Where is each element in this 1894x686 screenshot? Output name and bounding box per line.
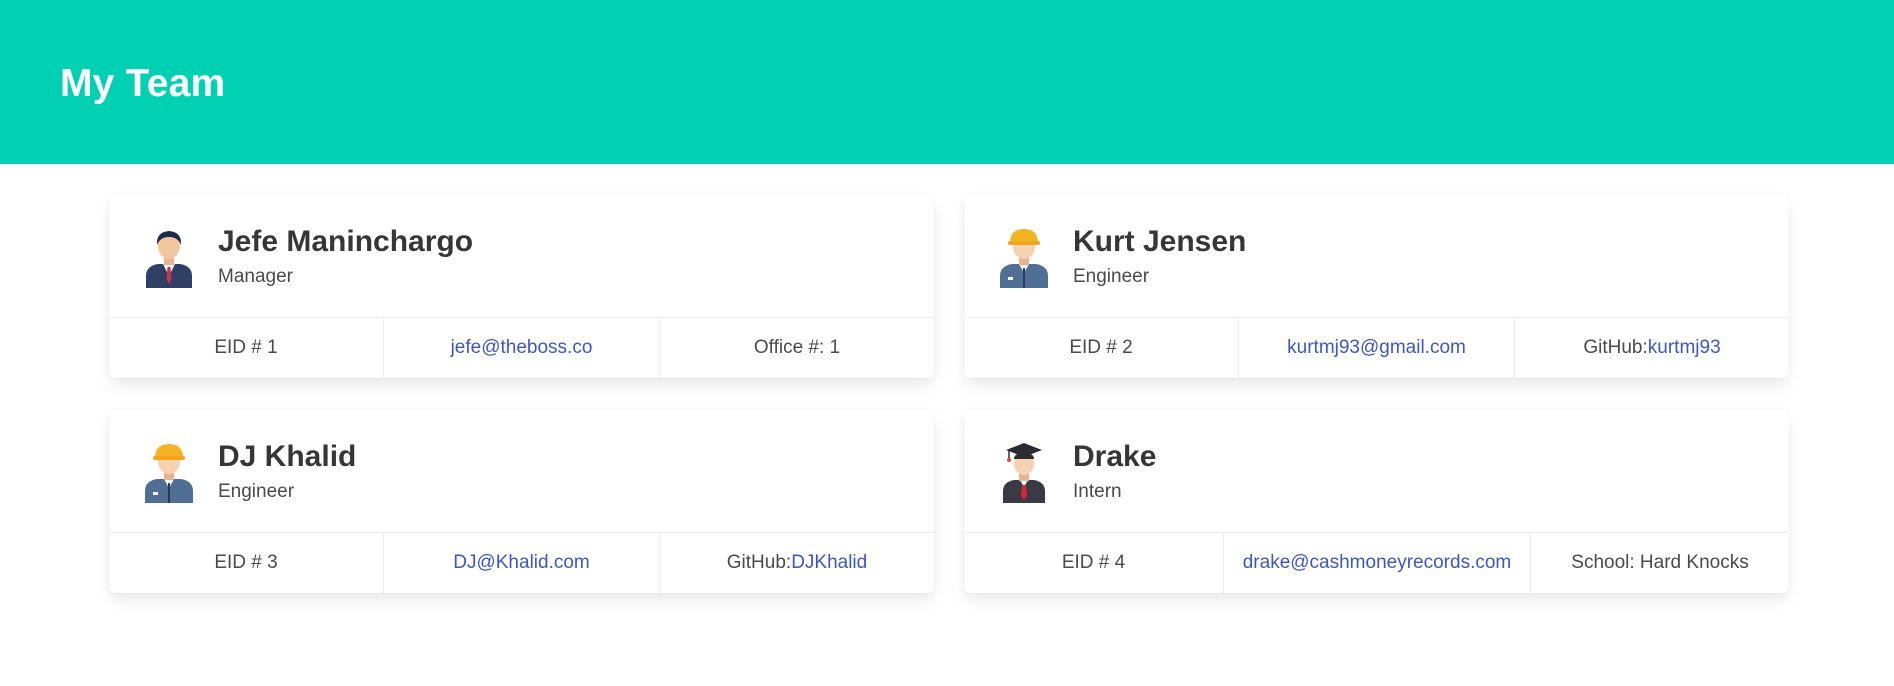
manager-avatar-icon [146, 230, 192, 288]
card-footer: EID # 2 kurtmj93@gmail.com GitHub: kurtmj… [964, 317, 1789, 378]
github-cell: GitHub: kurtmj93 [1515, 318, 1789, 378]
school-cell: School: Hard Knocks [1531, 533, 1789, 593]
email-link[interactable]: DJ@Khalid.com [453, 552, 590, 574]
office-number: Office #: 1 [660, 318, 934, 378]
email-link[interactable]: drake@cashmoneyrecords.com [1243, 552, 1512, 574]
email-cell: drake@cashmoneyrecords.com [1224, 533, 1531, 593]
email-link[interactable]: kurtmj93@gmail.com [1287, 337, 1466, 359]
engineer-avatar-icon [145, 443, 193, 503]
employee-id: EID # 1 [109, 318, 384, 378]
email-link[interactable]: jefe@theboss.co [451, 337, 593, 359]
card-header: Drake Intern [964, 409, 1789, 532]
engineer-avatar-icon [1000, 228, 1048, 288]
card-footer: EID # 4 drake@cashmoneyrecords.com Schoo… [964, 532, 1789, 593]
page-title: My Team [60, 62, 226, 105]
member-role: Engineer [218, 480, 295, 502]
team-member-card: Drake Intern EID # 4 drake@cashmoneyreco… [964, 409, 1789, 593]
employee-id: EID # 3 [109, 533, 384, 593]
team-member-card: DJ Khalid Engineer EID # 3 DJ@Khalid.com… [109, 409, 934, 593]
github-cell: GitHub: DJKhalid [660, 533, 934, 593]
page-header: My Team [0, 0, 1894, 164]
card-header: DJ Khalid Engineer [109, 409, 934, 532]
member-identity: DJ Khalid Engineer [218, 439, 356, 503]
member-name: Drake [1073, 439, 1157, 473]
member-identity: Jefe Maninchargo Manager [218, 224, 473, 288]
card-footer: EID # 3 DJ@Khalid.com GitHub: DJKhalid [109, 532, 934, 593]
github-label: GitHub: [1583, 337, 1648, 359]
office-number-text: Office #: 1 [753, 337, 841, 359]
member-identity: Drake Intern [1073, 439, 1156, 503]
email-cell: jefe@theboss.co [384, 318, 660, 378]
member-name: DJ Khalid [218, 439, 357, 473]
intern-avatar-icon [1003, 442, 1045, 503]
github-link[interactable]: DJKhalid [791, 552, 867, 574]
team-member-card: Jefe Maninchargo Manager EID # 1 jefe@th… [109, 194, 934, 378]
team-grid: Jefe Maninchargo Manager EID # 1 jefe@th… [109, 194, 1789, 593]
card-header: Jefe Maninchargo Manager [109, 194, 934, 317]
email-cell: DJ@Khalid.com [384, 533, 660, 593]
employee-id: EID # 4 [964, 533, 1224, 593]
github-link[interactable]: kurtmj93 [1648, 337, 1721, 359]
team-member-card: Kurt Jensen Engineer EID # 2 kurtmj93@gm… [964, 194, 1789, 378]
github-label: GitHub: [726, 552, 792, 574]
member-name: Kurt Jensen [1073, 224, 1247, 258]
member-role: Manager [218, 265, 293, 287]
card-footer: EID # 1 jefe@theboss.co Office #: 1 [109, 317, 934, 378]
member-role: Engineer [1073, 265, 1150, 287]
member-name: Jefe Maninchargo [218, 224, 474, 258]
member-identity: Kurt Jensen Engineer [1073, 224, 1246, 288]
member-role: Intern [1073, 480, 1122, 502]
email-cell: kurtmj93@gmail.com [1239, 318, 1515, 378]
school-text: School: Hard Knocks [1571, 552, 1749, 574]
employee-id: EID # 2 [964, 318, 1239, 378]
card-header: Kurt Jensen Engineer [964, 194, 1789, 317]
